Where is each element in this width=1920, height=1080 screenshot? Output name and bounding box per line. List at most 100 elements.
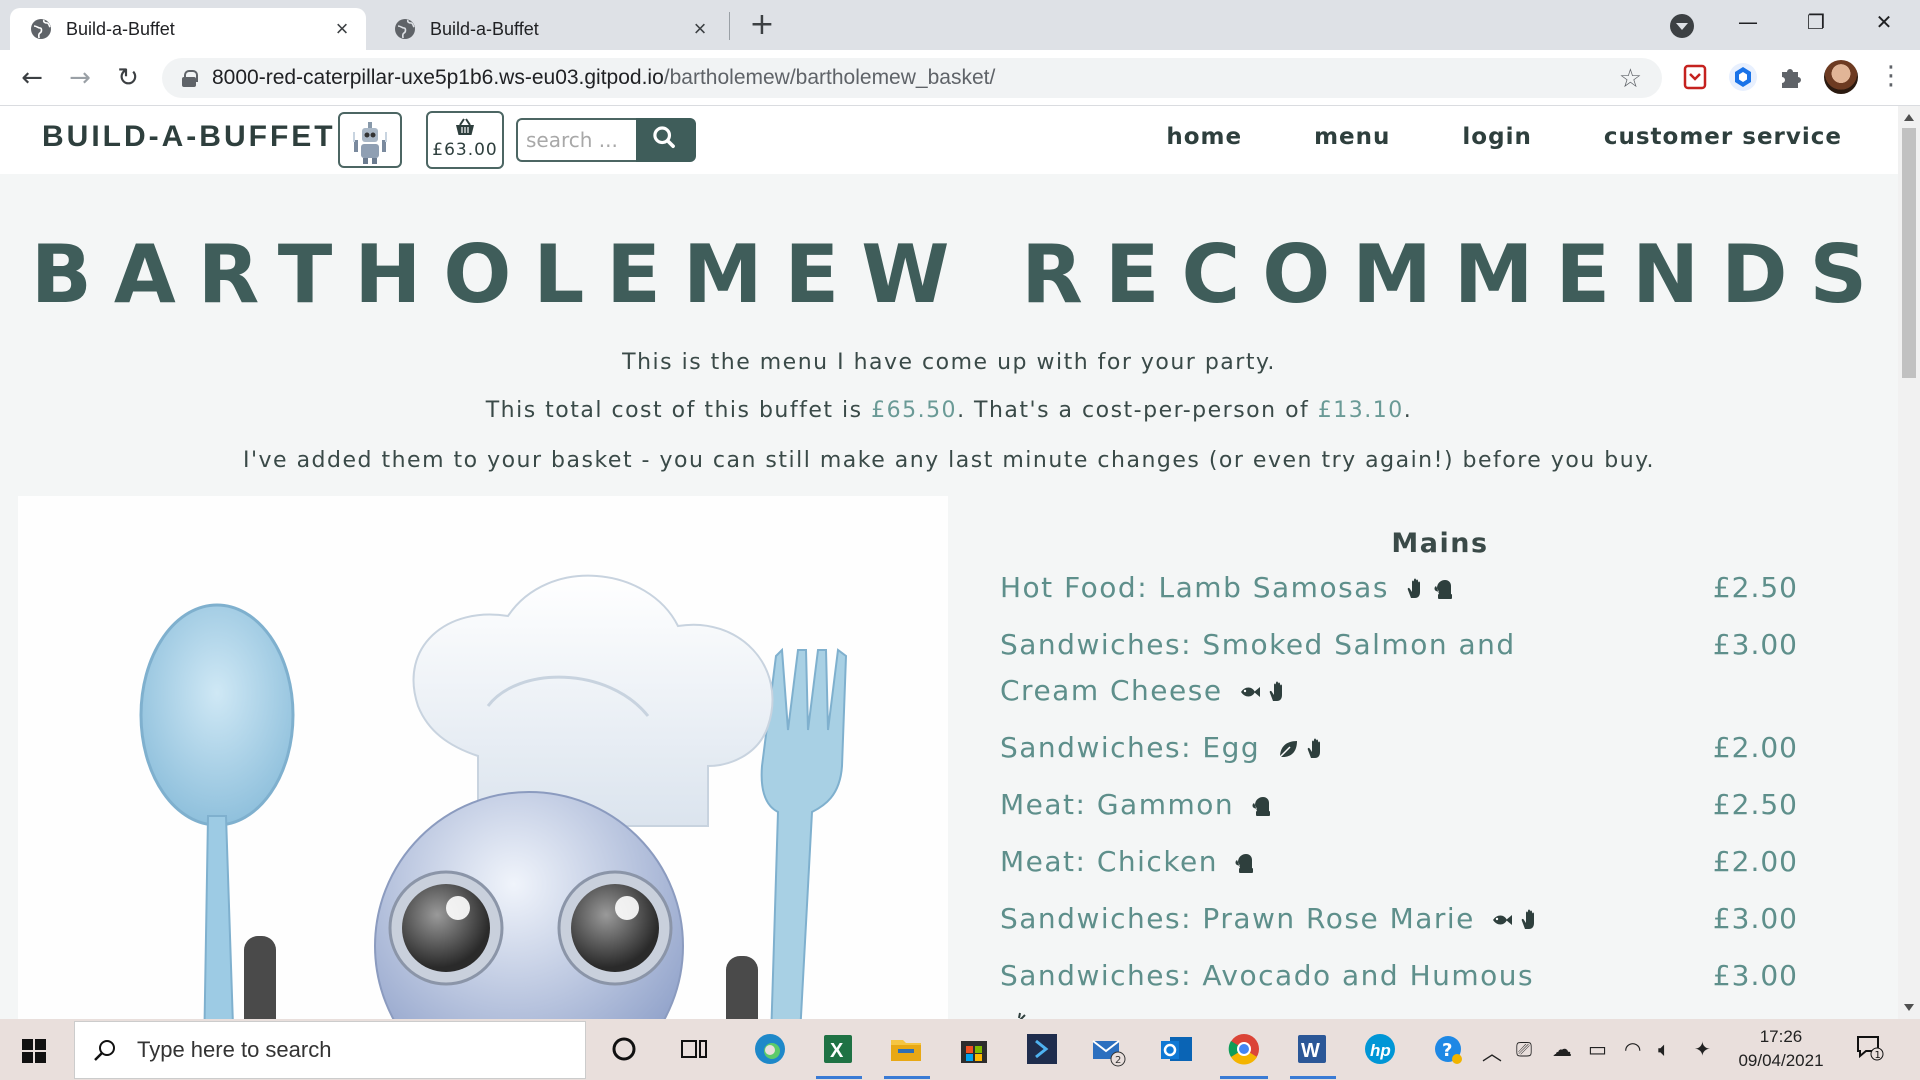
mitten-icon [1235,854,1254,873]
chrome-active-indicator [1220,1076,1268,1079]
chrome-icon[interactable] [1226,1031,1262,1067]
lock-icon [182,70,198,87]
fish-icon [1493,915,1513,925]
page-title: BARTHOLEMEW RECOMMENDS [30,228,1890,321]
scrollbar-thumb[interactable] [1902,128,1916,378]
close-icon[interactable]: × [690,18,710,40]
fish-icon [1240,687,1260,697]
reload-icon[interactable]: ↻ [112,62,144,94]
volume-icon[interactable]: 🔈︎ [1658,1037,1670,1061]
scroll-up-arrow-icon[interactable] [1904,114,1914,121]
word-icon[interactable]: W [1294,1031,1330,1067]
item-price: £2.00 [1712,731,1798,764]
section-heading-mains: Mains [1391,528,1489,559]
nav-home[interactable]: home [1166,124,1242,150]
bookmark-star-icon[interactable]: ☆ [1619,64,1642,94]
kebab-menu-icon[interactable]: ⋮ [1878,63,1904,92]
nav-customer-service[interactable]: customer service [1604,124,1842,150]
hand-icon [1307,738,1320,758]
help-icon[interactable]: ? [1430,1031,1466,1067]
windows-taskbar: Type here to search X 2 W hp ? ︿ ⎚ ☁ ▭ ◠… [0,1019,1920,1080]
show-hidden-icons-chevron-icon[interactable]: ︿ [1482,1037,1502,1066]
back-arrow-icon[interactable]: ← [16,62,48,94]
windows-start-icon[interactable] [22,1039,46,1063]
excel-icon[interactable]: X [820,1031,856,1067]
meet-now-icon[interactable]: ⎚ [1516,1037,1532,1061]
search-icon [94,1040,115,1061]
basket-button[interactable]: £63.00 [426,111,504,169]
mail-badge-count: 2 [1115,1055,1121,1066]
hand-icon [1269,681,1282,701]
extension-hex-icon[interactable] [1728,62,1758,92]
hand-icon [1408,578,1421,598]
task-view-icon[interactable] [676,1031,712,1067]
address-bar[interactable]: 8000-red-caterpillar-uxe5p1b6.ws-eu03.gi… [162,58,1662,98]
extensions-puzzle-icon[interactable] [1776,62,1806,92]
taskbar-search-placeholder: Type here to search [137,1037,332,1062]
minimize-button[interactable]: — [1728,8,1768,36]
powershell-icon[interactable] [1024,1031,1060,1067]
search-button[interactable] [636,118,696,162]
cost-per-person: £13.10 [1317,398,1404,423]
site-logo[interactable]: BUILD-A-BUFFET [42,120,336,154]
menu-item[interactable]: Hot Food: Lamb Samosas £2.50 [1000,565,1820,611]
chef-robot-illustration [18,496,948,1019]
taskbar-search-box[interactable]: Type here to search [74,1021,586,1079]
menu-item[interactable]: Meat: Gammon £2.50 [1000,782,1820,828]
basket-icon [456,118,474,135]
tab-build-a-buffet-1[interactable]: Build-a-Buffet × [10,8,366,50]
page-scrollbar[interactable] [1898,106,1920,1019]
leaf-icon [1279,741,1297,758]
recommended-menu: Mains Hot Food: Lamb Samosas £2.50 Sandw… [1000,528,1820,1019]
basket-total: £63.00 [432,140,498,160]
hp-icon[interactable]: hp [1362,1031,1398,1067]
url-text: 8000-red-caterpillar-uxe5p1b6.ws-eu03.gi… [212,66,996,89]
menu-item[interactable]: Sandwiches: Prawn Rose Marie £3.00 [1000,896,1820,942]
item-name: Sandwiches: Prawn Rose Marie [1000,902,1475,935]
mail-icon[interactable]: 2 [1090,1031,1126,1067]
item-price: £3.00 [1712,902,1798,935]
edge-icon[interactable] [752,1031,788,1067]
nav-login[interactable]: login [1462,124,1531,150]
profile-avatar[interactable] [1824,60,1858,94]
new-tab-button[interactable]: + [748,10,776,40]
menu-item[interactable]: Meat: Chicken £2.00 [1000,839,1820,885]
cortana-icon[interactable] [606,1031,642,1067]
clock-date: 09/04/2021 [1738,1051,1824,1070]
onedrive-cloud-icon[interactable]: ☁ [1552,1037,1572,1061]
wifi-icon[interactable]: ◠ [1624,1037,1641,1061]
clock-time: 17:26 [1759,1027,1803,1046]
item-name: Hot Food: Lamb Samosas [1000,571,1389,604]
system-clock[interactable]: 17:26 09/04/2021 [1726,1025,1836,1073]
tab-search-dropdown-icon[interactable] [1670,14,1694,38]
battery-icon[interactable]: ▭ [1588,1037,1607,1061]
forward-arrow-icon[interactable]: → [64,62,96,94]
main-nav: home menu login customer service [1094,124,1842,150]
item-name: Sandwiches: Avocado and Humous [1000,959,1535,992]
nav-menu[interactable]: menu [1314,124,1390,150]
bartholemew-robot-button[interactable] [338,112,402,168]
extension-shield-icon[interactable] [1680,62,1710,92]
svg-text:hp: hp [1370,1041,1391,1060]
action-center-icon[interactable]: 1 [1856,1035,1884,1061]
close-icon[interactable]: × [332,18,352,40]
scroll-down-arrow-icon[interactable] [1904,1004,1914,1011]
intro-line-1: This is the menu I have come up with for… [622,350,1276,375]
store-icon[interactable] [956,1031,992,1067]
tab-build-a-buffet-2[interactable]: Build-a-Buffet × [374,8,724,50]
restore-button[interactable]: ❐ [1796,8,1836,36]
menu-item[interactable]: Sandwiches: Egg £2.00 [1000,725,1820,771]
tab-separator [729,12,730,40]
item-name: Sandwiches: Egg [1000,731,1261,764]
item-name: Meat: Gammon [1000,788,1235,821]
item-price: £2.50 [1712,571,1798,604]
close-window-button[interactable]: ✕ [1864,8,1904,36]
outlook-icon[interactable] [1158,1031,1194,1067]
item-name: Meat: Chicken [1000,845,1219,878]
notification-app-icon[interactable]: ✦ [1694,1037,1711,1061]
search-input[interactable] [516,118,638,162]
menu-item[interactable]: Sandwiches: Smoked Salmon and Cream Chee… [1000,622,1820,714]
file-explorer-icon[interactable] [888,1031,924,1067]
svg-text:?: ? [1442,1040,1452,1061]
menu-item[interactable]: Sandwiches: Avocado and Humous £3.00 [1000,953,1820,1019]
